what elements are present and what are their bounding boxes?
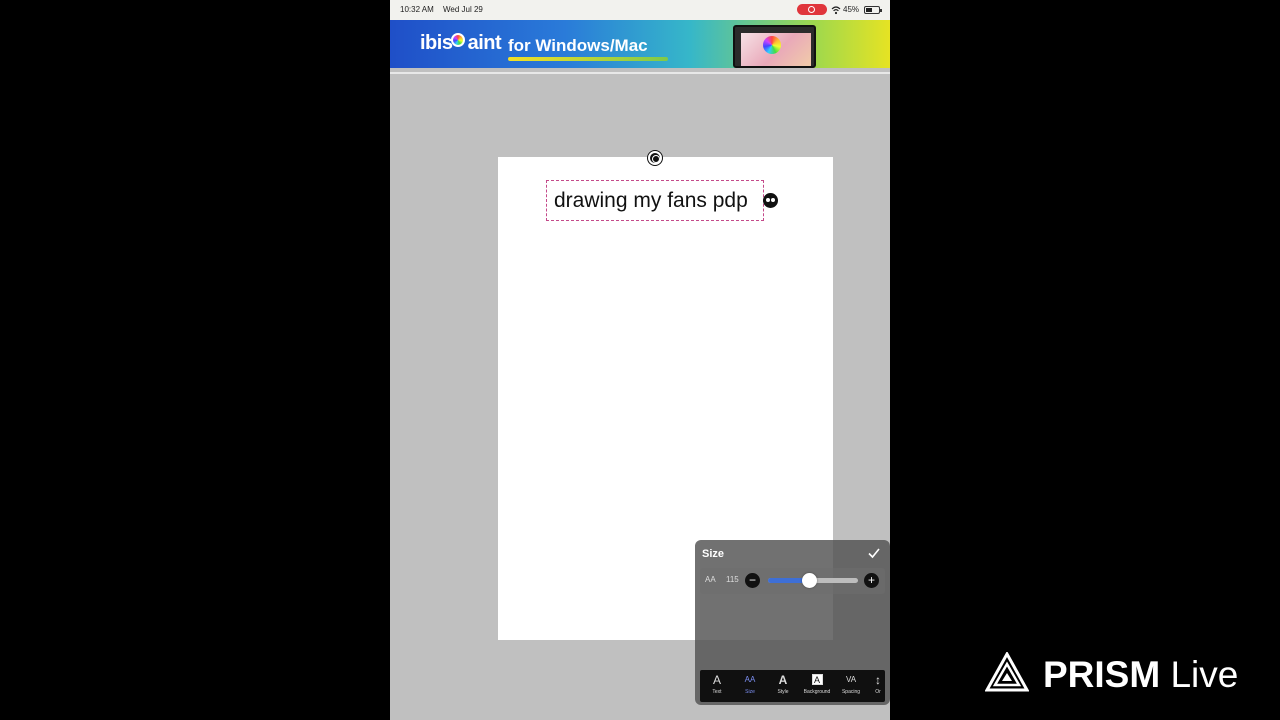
ad-banner[interactable]: ibis aint for Windows/Mac [390, 20, 890, 68]
panel-title: Size [702, 548, 725, 560]
prism-live-watermark: PRISM Live [985, 650, 1255, 695]
divider [390, 72, 890, 74]
resize-handle-icon[interactable] [763, 193, 778, 208]
watermark-suffix: Live [1170, 654, 1239, 695]
tab-background[interactable]: A Background [800, 670, 834, 702]
tab-label: Text [712, 689, 722, 695]
tab-style[interactable]: A Style [766, 670, 800, 702]
size-icon: AA [744, 675, 756, 684]
background-icon: A [811, 674, 823, 685]
ad-logo-suffix: aint [467, 32, 502, 54]
tab-label: Spacing [841, 689, 861, 695]
tab-label: Background [803, 689, 831, 695]
tab-spacing[interactable]: VA Spacing [834, 670, 868, 702]
orientation-icon: ↕ [875, 673, 881, 687]
status-time: 10:32 AM [400, 5, 434, 14]
canvas-text[interactable]: drawing my fans pdp [554, 189, 748, 213]
ipad-screen: 10:32 AM Wed Jul 29 45% ibis aint for Wi… [390, 0, 890, 720]
tab-text[interactable]: A Text [700, 670, 734, 702]
decrease-size-button[interactable]: − [745, 573, 760, 588]
status-date: Wed Jul 29 [443, 5, 483, 14]
prism-logo-icon [985, 652, 1029, 692]
tab-size[interactable]: AA Size [733, 670, 767, 702]
ad-logo-prefix: ibis [420, 32, 453, 54]
size-slider[interactable] [768, 573, 858, 588]
text-size-panel: Size AA 115 − + A Text AA Size A Style A… [695, 540, 890, 705]
tab-label: Style [777, 689, 789, 695]
ad-tagline-underline [508, 57, 668, 61]
spacing-icon: VA [845, 675, 857, 684]
status-bar: 10:32 AM Wed Jul 29 45% [390, 0, 890, 20]
palette-icon [451, 33, 465, 47]
size-control-row: AA 115 − + [700, 568, 885, 594]
battery-icon [864, 6, 882, 14]
text-icon: A [712, 673, 721, 687]
text-tool-tab-bar: A Text AA Size A Style A Background VA S… [700, 670, 885, 702]
tab-label: Size [745, 689, 755, 695]
color-wheel-icon [763, 36, 781, 54]
wifi-icon [831, 6, 841, 15]
tab-orientation[interactable]: ↕ Or [868, 670, 885, 702]
watermark-text: PRISM Live [1043, 654, 1238, 696]
text-selection-box[interactable]: drawing my fans pdp [546, 180, 764, 221]
style-icon: A [778, 673, 788, 687]
rotate-handle-icon[interactable] [648, 151, 662, 165]
screen-recording-icon[interactable] [797, 4, 827, 15]
font-size-icon: AA [705, 575, 716, 584]
increase-size-button[interactable]: + [864, 573, 879, 588]
ad-tagline: for Windows/Mac [508, 36, 648, 55]
battery-percentage: 45% [843, 5, 860, 14]
tab-label: Or [875, 689, 881, 695]
size-slider-thumb[interactable] [801, 573, 817, 588]
watermark-brand: PRISM [1043, 654, 1161, 695]
ad-app-preview-image [733, 25, 816, 68]
size-value: 115 [726, 575, 739, 584]
checkmark-icon[interactable] [867, 546, 881, 560]
